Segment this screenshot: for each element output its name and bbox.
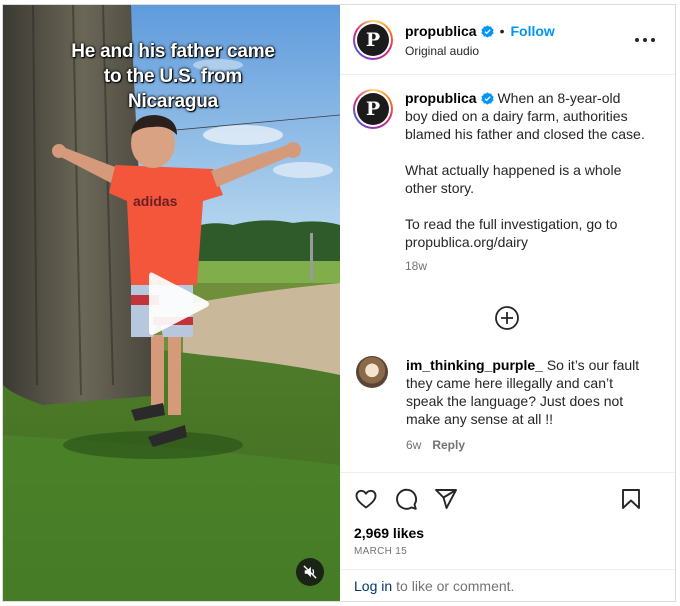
bookmark-icon[interactable]: [619, 487, 643, 511]
shirt-logo: adidas: [133, 193, 178, 209]
commenter-avatar[interactable]: [356, 356, 388, 388]
comment-body: im_thinking_purple_ So it’s our fault th…: [406, 356, 651, 454]
dot: [643, 38, 647, 42]
add-comment-icon: [495, 306, 519, 330]
comments-section: P propublica When an 8-year-old boy died…: [340, 75, 675, 472]
login-link[interactable]: Log in: [354, 578, 392, 594]
likes-count[interactable]: 2,969 likes: [354, 525, 661, 541]
mute-icon: [303, 565, 317, 579]
caption-paragraph: propublica When an 8-year-old boy died o…: [405, 89, 645, 143]
comment-item: im_thinking_purple_ So it’s our fault th…: [356, 356, 651, 454]
caption-paragraph-3: To read the full investigation, go to pr…: [405, 216, 618, 250]
caption-line: to the U.S. from: [103, 66, 243, 87]
avatar-letter: P: [357, 23, 389, 56]
action-icons: [354, 473, 661, 525]
heart-icon[interactable]: [354, 487, 378, 511]
separator-dot: •: [499, 23, 505, 39]
post-side-panel: P propublica • Follow Original audio P p…: [340, 5, 675, 601]
load-more-comments-button[interactable]: [494, 305, 520, 331]
header-username[interactable]: propublica: [405, 23, 477, 39]
caption-text: propublica When an 8-year-old boy died o…: [405, 89, 645, 275]
avatar[interactable]: P: [353, 19, 393, 60]
comment-meta: 6w Reply: [406, 436, 651, 454]
comment-age[interactable]: 6w: [406, 436, 421, 454]
follow-button[interactable]: Follow: [510, 23, 554, 39]
caption-line: He and his father came: [71, 41, 275, 62]
caption-line: Nicaragua: [127, 91, 219, 112]
verified-icon: [480, 24, 494, 38]
dot: [651, 38, 655, 42]
comment-icon[interactable]: [394, 487, 418, 511]
header-text: propublica • Follow Original audio: [405, 22, 555, 58]
caption-avatar[interactable]: P: [353, 89, 393, 129]
post-age[interactable]: 18w: [405, 257, 645, 275]
reply-button[interactable]: Reply: [432, 436, 465, 454]
action-bar: 2,969 likes MARCH 15: [340, 472, 675, 557]
caption-username-wrap: propublica: [405, 89, 494, 107]
post-date[interactable]: MARCH 15: [354, 546, 661, 557]
more-options-icon[interactable]: [635, 32, 655, 48]
caption-paragraph-2: What actually happened is a whole other …: [405, 162, 622, 196]
post-header: P propublica • Follow Original audio: [340, 5, 675, 75]
avatar-letter: P: [357, 93, 389, 125]
video-player[interactable]: adidas He and his father came to the U.S…: [3, 5, 340, 601]
play-button[interactable]: [147, 269, 211, 339]
verified-icon: [480, 91, 494, 105]
dot: [635, 38, 639, 42]
login-suffix: to like or comment.: [396, 577, 515, 594]
post-dialog: adidas He and his father came to the U.S…: [2, 4, 676, 602]
caption-username[interactable]: propublica: [405, 89, 477, 107]
post-caption: P propublica When an 8-year-old boy died…: [353, 89, 661, 275]
play-icon: [149, 272, 209, 335]
audio-label[interactable]: Original audio: [405, 44, 555, 58]
avatar-inner: P: [355, 91, 391, 127]
share-icon[interactable]: [434, 487, 458, 511]
commenter-username[interactable]: im_thinking_purple_: [406, 357, 543, 373]
avatar-inner: P: [355, 21, 391, 58]
mute-button[interactable]: [296, 558, 324, 586]
login-prompt: Log in to like or comment.: [340, 569, 675, 601]
video-caption: He and his father came to the U.S. from …: [33, 39, 313, 114]
header-line: propublica • Follow: [405, 22, 555, 41]
